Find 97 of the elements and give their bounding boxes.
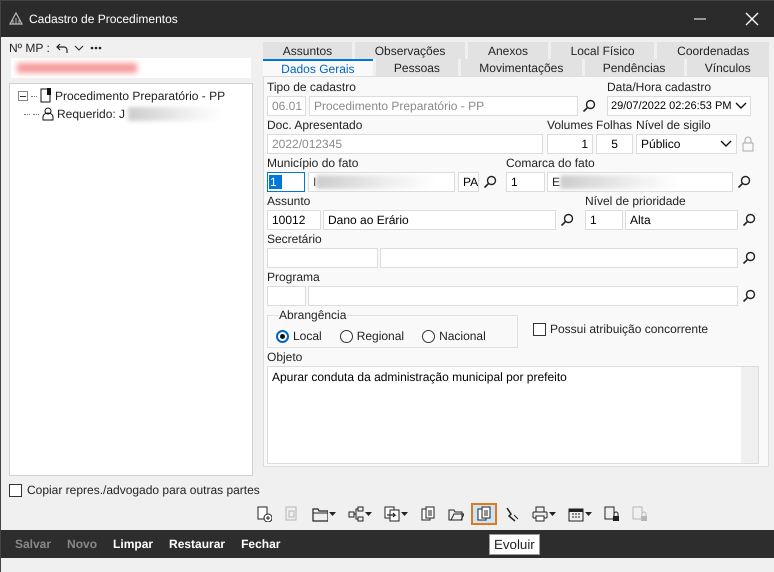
- checkbox-label: Possui atribuição concorrente: [550, 323, 708, 336]
- pen-icon: [504, 506, 520, 522]
- checkbox[interactable]: [9, 484, 22, 496]
- scrollbar[interactable]: [741, 367, 758, 463]
- code-field[interactable]: 1: [267, 172, 305, 192]
- code-field[interactable]: [267, 286, 306, 306]
- search-icon[interactable]: [582, 99, 596, 113]
- field-value: I: [313, 176, 316, 188]
- code-field[interactable]: 1: [585, 210, 623, 230]
- field-label: Nível de prioridade: [585, 195, 687, 208]
- tab[interactable]: Pessoas: [376, 59, 458, 76]
- group-label: Abrangência: [278, 309, 348, 322]
- tab[interactable]: Local Físico: [550, 42, 654, 59]
- undo-icon[interactable]: [56, 43, 68, 53]
- tooltip: Evoluir: [489, 534, 540, 555]
- name-field[interactable]: [308, 286, 738, 306]
- tab[interactable]: Coordenadas: [657, 42, 769, 59]
- name-field[interactable]: Alta: [625, 210, 738, 230]
- documents-arrow-icon: [384, 506, 400, 522]
- tree-item[interactable]: Requerido: J: [57, 108, 126, 120]
- code-field[interactable]: 10012: [267, 210, 321, 230]
- field-label: Assunto: [267, 195, 312, 208]
- name-field[interactable]: E: [547, 172, 733, 192]
- action-button[interactable]: Restaurar: [163, 534, 232, 554]
- lock-icon: [742, 136, 754, 152]
- dropdown-field[interactable]: Público: [636, 134, 738, 154]
- field-label: Objeto: [267, 351, 304, 364]
- tab[interactable]: Anexos: [468, 42, 548, 59]
- field-label: Data/Hora cadastro: [607, 81, 712, 94]
- field-label: Doc. Apresentado: [267, 119, 364, 132]
- radio-label: Nacional: [439, 330, 486, 343]
- search-icon[interactable]: [737, 175, 751, 189]
- field-label: Secretário: [267, 233, 323, 246]
- close-icon: [745, 12, 759, 26]
- tab[interactable]: Observações: [354, 42, 466, 59]
- field-label: Programa: [267, 271, 321, 284]
- chevron-icon[interactable]: [74, 44, 84, 52]
- code-field[interactable]: [267, 248, 378, 268]
- calendar-icon: [568, 506, 584, 522]
- name-field[interactable]: I: [308, 172, 455, 192]
- search-icon[interactable]: [483, 175, 497, 189]
- tree-item[interactable]: Procedimento Preparatório - PP: [55, 90, 226, 102]
- chevron-icon[interactable]: [720, 140, 732, 148]
- window-title: Cadastro de Procedimentos: [29, 12, 179, 26]
- temple-icon: [9, 12, 23, 26]
- document-icon: [40, 88, 52, 104]
- radio-button[interactable]: [422, 330, 436, 343]
- caret-icon: [549, 512, 556, 516]
- field-value: E: [552, 176, 560, 188]
- tab[interactable]: Pendências: [584, 59, 684, 76]
- radio-button[interactable]: [276, 330, 289, 343]
- folder-icon: [312, 506, 328, 522]
- search-icon[interactable]: [742, 289, 756, 303]
- printer-icon: [532, 506, 548, 522]
- volumes-field[interactable]: 1: [547, 134, 593, 154]
- tab[interactable]: Assuntos: [263, 42, 352, 59]
- mp-label: Nº MP :: [9, 42, 50, 54]
- search-icon[interactable]: [742, 213, 756, 227]
- checkbox-label: Copiar repres./advogado para outras partes: [27, 484, 260, 496]
- documents-icon: [476, 506, 492, 522]
- tab[interactable]: Vínculos: [686, 59, 769, 76]
- document-lock-icon: [604, 506, 620, 522]
- person-icon: [42, 107, 54, 121]
- radio-button[interactable]: [340, 330, 353, 343]
- date-time-field[interactable]: 29/07/2022 02:26:53 PM: [607, 96, 751, 116]
- state-field[interactable]: PA: [458, 172, 479, 192]
- caret-icon: [585, 512, 592, 516]
- documents-icon: [420, 506, 436, 522]
- radio-label: Local: [293, 330, 322, 343]
- code-field[interactable]: 1: [506, 172, 545, 192]
- more-icon[interactable]: [90, 46, 102, 50]
- search-icon[interactable]: [560, 213, 574, 227]
- text-area[interactable]: Apurar conduta da administração municipal por prefeito: [267, 366, 759, 464]
- field-label: Folhas: [596, 119, 634, 132]
- hierarchy-icon: [348, 506, 364, 522]
- tab[interactable]: Dados Gerais: [263, 59, 373, 76]
- caret-icon: [365, 512, 372, 516]
- chevron-icon[interactable]: [735, 102, 747, 110]
- tab[interactable]: Movimentações: [461, 59, 582, 76]
- search-icon[interactable]: [742, 251, 756, 265]
- collapse-toggle[interactable]: [18, 91, 28, 101]
- pages-field[interactable]: 5: [596, 134, 634, 154]
- field-label: Volumes: [547, 119, 594, 132]
- radio-label: Regional: [356, 330, 404, 343]
- document-lock-icon: [632, 506, 648, 522]
- field-label: Município do fato: [267, 157, 360, 170]
- name-field[interactable]: [380, 248, 738, 268]
- caret-icon: [329, 512, 336, 516]
- field-label: Tipo de cadastro: [267, 81, 357, 94]
- field-label: Nível de sigilo: [636, 119, 712, 132]
- name-field[interactable]: Dano ao Erário: [323, 210, 556, 230]
- caret-icon: [401, 512, 408, 516]
- action-button[interactable]: Fechar: [235, 534, 286, 554]
- action-button[interactable]: Limpar: [107, 534, 160, 554]
- field-label: Comarca do fato: [506, 157, 596, 170]
- document-plus-icon: [256, 506, 272, 522]
- checkbox[interactable]: [533, 323, 546, 336]
